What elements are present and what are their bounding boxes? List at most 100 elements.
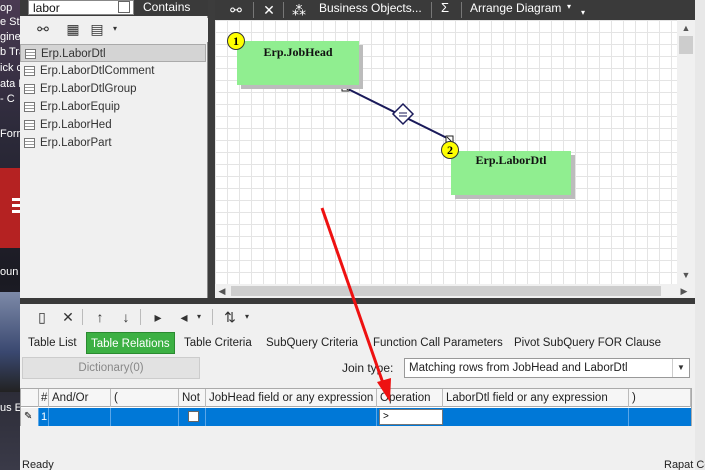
query-properties-panel: ▯ ✕ ↑ ↓ ▸ ◂ ▾ ⇅ ▾ Table List Table Relat… bbox=[20, 304, 695, 460]
column-header[interactable]: Operation bbox=[377, 389, 443, 407]
background-window-edge bbox=[695, 0, 705, 470]
tree-item[interactable]: Erp.LaborDtlComment bbox=[20, 62, 206, 80]
tree-item[interactable]: Erp.LaborHed bbox=[20, 116, 206, 134]
link-icon[interactable]: ⚯ bbox=[225, 0, 247, 20]
search-bar: labor Contains bbox=[20, 0, 208, 16]
grid-header: # And/Or ( Not JobHead field or any expr… bbox=[21, 389, 691, 407]
link-icon[interactable]: ⚯ bbox=[34, 20, 52, 38]
tree-item[interactable]: Erp.LaborPart bbox=[20, 134, 206, 152]
column-header[interactable]: JobHead field or any expression bbox=[206, 389, 377, 407]
sort-icon[interactable]: ⇅ bbox=[220, 307, 240, 327]
desktop-app-icon bbox=[0, 168, 20, 248]
close-paren-cell[interactable] bbox=[629, 408, 691, 426]
tree-item-label: Erp.LaborEquip bbox=[40, 101, 120, 113]
scroll-down-icon[interactable]: ▼ bbox=[677, 268, 695, 282]
move-down-icon[interactable]: ↓ bbox=[116, 307, 136, 327]
desktop-text: ata D bbox=[0, 78, 20, 90]
tab-table-criteria[interactable]: Table Criteria bbox=[184, 332, 252, 354]
tree-item-label: Erp.LaborDtlGroup bbox=[40, 83, 137, 95]
chevron-down-icon[interactable]: ▾ bbox=[565, 0, 573, 20]
tree-item-label: Erp.LaborDtl bbox=[41, 48, 106, 60]
operation-cell[interactable]: > bbox=[379, 409, 443, 425]
node-title: Erp.LaborDtl bbox=[475, 153, 547, 167]
scroll-thumb[interactable] bbox=[231, 286, 661, 296]
join-diamond-icon[interactable] bbox=[391, 102, 415, 126]
grid-view-icon[interactable]: ▦ bbox=[64, 20, 82, 38]
tree-item[interactable]: Erp.LaborDtl bbox=[20, 44, 206, 62]
delete-icon[interactable]: ✕ bbox=[58, 307, 78, 327]
column-header[interactable]: # bbox=[39, 389, 49, 407]
table-icon bbox=[24, 84, 35, 94]
back-icon[interactable]: ◂ bbox=[174, 307, 194, 327]
diagram-table-node[interactable]: Erp.JobHead bbox=[237, 41, 359, 85]
tab-table-list[interactable]: Table List bbox=[28, 332, 77, 354]
business-objects-button[interactable]: Business Objects... bbox=[319, 0, 422, 20]
relations-grid: # And/Or ( Not JobHead field or any expr… bbox=[20, 388, 692, 426]
node-title: Erp.JobHead bbox=[263, 45, 333, 59]
tab-table-relations[interactable]: Table Relations bbox=[86, 332, 175, 354]
calculator-icon[interactable]: ▤ bbox=[88, 20, 106, 38]
desktop-photo bbox=[0, 292, 20, 392]
desktop-text: Forr bbox=[0, 128, 20, 140]
table-icon bbox=[24, 120, 35, 130]
scroll-up-icon[interactable]: ▲ bbox=[677, 21, 695, 35]
tree-toolbar: ⚯ ▦ ▤ ▾ bbox=[20, 18, 208, 42]
desktop-background-strip: op e Sta gine b Tra ick c ata D - C Forr… bbox=[0, 0, 20, 470]
table-icon bbox=[24, 66, 35, 76]
delete-icon[interactable]: ✕ bbox=[259, 0, 279, 20]
chevron-down-icon[interactable]: ▾ bbox=[242, 307, 252, 327]
new-icon[interactable]: ▯ bbox=[32, 307, 52, 327]
column-header[interactable]: LaborDtl field or any expression bbox=[443, 389, 629, 407]
edit-pencil-icon[interactable]: ✎ bbox=[21, 408, 39, 426]
table-icon bbox=[24, 138, 35, 148]
table-tree-panel: labor Contains ⚯ ▦ ▤ ▾ Erp.LaborDtl Erp.… bbox=[20, 0, 208, 298]
column-header[interactable]: And/Or bbox=[49, 389, 111, 407]
scroll-thumb[interactable] bbox=[679, 36, 693, 54]
scroll-left-icon[interactable]: ◀ bbox=[215, 284, 229, 298]
diagram-table-node[interactable]: Erp.LaborDtl bbox=[451, 151, 571, 195]
tab-subquery-criteria[interactable]: SubQuery Criteria bbox=[266, 332, 358, 354]
contains-label: Contains bbox=[143, 0, 191, 14]
arrange-diagram-button[interactable]: Arrange Diagram bbox=[470, 0, 561, 20]
chevron-down-icon[interactable]: ▾ bbox=[194, 307, 204, 327]
tree-item[interactable]: Erp.LaborDtlGroup bbox=[20, 80, 206, 98]
sum-button[interactable]: Σ bbox=[441, 0, 449, 20]
grid-toolbar: ▯ ✕ ↑ ↓ ▸ ◂ ▾ ⇅ ▾ bbox=[20, 304, 695, 330]
contains-checkbox[interactable] bbox=[118, 1, 130, 13]
row-selector-header bbox=[21, 389, 39, 407]
tree-item-label: Erp.LaborPart bbox=[40, 137, 112, 149]
desktop-text: ick c bbox=[0, 62, 20, 74]
scroll-right-icon[interactable]: ▶ bbox=[677, 284, 691, 298]
diagram-vertical-scrollbar[interactable]: ▲ ▼ bbox=[677, 20, 695, 286]
chevron-down-icon[interactable]: ▾ bbox=[578, 0, 588, 20]
row-number: 1 bbox=[39, 408, 49, 426]
labordtl-field-cell[interactable] bbox=[443, 408, 629, 426]
column-header[interactable]: ) bbox=[629, 389, 691, 407]
column-header[interactable]: Not bbox=[179, 389, 206, 407]
join-type-select[interactable]: Matching rows from JobHead and LaborDtl … bbox=[404, 358, 690, 378]
status-right-text: Rapat Co bbox=[664, 459, 705, 470]
jobhead-field-cell[interactable] bbox=[206, 408, 377, 426]
column-header[interactable]: ( bbox=[111, 389, 179, 407]
chevron-down-icon[interactable]: ▼ bbox=[672, 359, 689, 377]
diagram-horizontal-scrollbar[interactable]: ◀ ▶ bbox=[215, 284, 695, 298]
not-checkbox[interactable] bbox=[188, 411, 199, 422]
diagram-canvas[interactable]: Erp.JobHead 1 Erp.LaborDtl 2 bbox=[215, 20, 677, 298]
tab-pivot-subquery[interactable]: Pivot SubQuery FOR Clause bbox=[514, 332, 661, 354]
play-icon[interactable]: ▸ bbox=[148, 307, 168, 327]
dictionary-button[interactable]: Dictionary(0) bbox=[22, 357, 200, 379]
and-or-cell[interactable] bbox=[49, 408, 111, 426]
tree-item[interactable]: Erp.LaborEquip bbox=[20, 98, 206, 116]
desktop-text: us E bbox=[0, 402, 20, 414]
desktop-text: - C bbox=[0, 93, 15, 105]
table-row[interactable]: ✎ 1 > bbox=[21, 408, 691, 426]
desktop-text: b Tra bbox=[0, 46, 20, 58]
business-objects-icon: ⁂ bbox=[292, 2, 306, 18]
tab-function-call-parameters[interactable]: Function Call Parameters bbox=[373, 332, 503, 354]
desktop-text: op bbox=[0, 2, 13, 14]
join-type-label: Join type: bbox=[342, 361, 394, 375]
chevron-down-icon[interactable]: ▾ bbox=[106, 20, 124, 38]
status-text: Ready bbox=[22, 459, 54, 470]
move-up-icon[interactable]: ↑ bbox=[90, 307, 110, 327]
open-paren-cell[interactable] bbox=[111, 408, 179, 426]
